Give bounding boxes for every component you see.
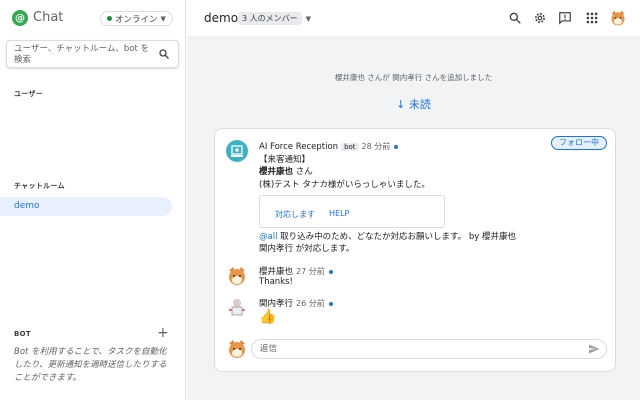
status-dropdown[interactable]: オンライン ▼	[100, 11, 173, 26]
user-avatar	[226, 265, 248, 287]
apps-grid-icon[interactable]	[585, 11, 599, 25]
bot-message-header: AI Force Reception bot 28 分前	[259, 141, 399, 152]
bot-avatar	[226, 140, 248, 162]
followup-line: @all 取り込み中のため、どなたか対応お願いします。 by 櫻井康也	[259, 232, 516, 242]
respond-button[interactable]: 対応します	[275, 209, 315, 220]
sender-name[interactable]: 関内孝行	[259, 299, 293, 309]
search-placeholder: ユーザー、チャットルーム、bot を検索	[14, 44, 150, 65]
users-section-label: ユーザー	[14, 90, 44, 98]
feedback-icon[interactable]	[558, 11, 572, 25]
rooms-section-label: チャットルーム	[14, 182, 65, 190]
message-line: (株)テスト タナカ様がいらっしゃいました。	[259, 180, 430, 190]
bot-description: Bot を利用することで、タスクを自動化したり、更新通知を適時送信したりすること…	[14, 347, 167, 383]
thread-card: フォロー中 AI Force Reception bot 28 分前 【来客通知】 …	[214, 128, 616, 372]
system-message: 櫻井康也 さんが 関内孝行 さんを追加しました	[334, 73, 493, 82]
chevron-down-icon: ▼	[305, 14, 312, 23]
search-icon	[159, 49, 169, 59]
unread-dot	[328, 301, 333, 306]
online-status-dot	[107, 16, 112, 21]
sender-name[interactable]: 櫻井康也	[259, 267, 293, 277]
members-dropdown[interactable]: 3 人のメンバー ▼	[238, 12, 311, 25]
mention-all[interactable]: @all	[259, 232, 277, 242]
unread-dot	[394, 144, 399, 149]
message-line: 櫻井康也 さん	[259, 167, 313, 177]
action-card: 対応します HELP	[259, 195, 445, 228]
bot-section-label: BOT	[14, 330, 31, 338]
unread-dot	[328, 269, 333, 274]
reply-text: Thanks!	[259, 277, 293, 287]
user-avatar	[226, 296, 248, 318]
sender-name[interactable]: AI Force Reception	[259, 142, 338, 152]
help-button[interactable]: HELP	[329, 209, 349, 218]
thumbs-up-emoji: 👍	[259, 309, 277, 325]
member-count: 3 人のメンバー	[238, 12, 302, 25]
bot-badge: bot	[341, 143, 359, 151]
search-icon[interactable]	[508, 11, 522, 25]
reply-header: 関内孝行 26 分前	[259, 297, 333, 309]
message-line: 【来客通知】	[259, 155, 311, 165]
unread-divider[interactable]: ↓ 未読	[187, 96, 640, 112]
message-time: 28 分前	[361, 142, 391, 151]
status-label: オンライン	[115, 14, 158, 25]
follow-button[interactable]: フォロー中	[551, 136, 607, 150]
settings-icon[interactable]	[533, 11, 547, 25]
chevron-down-icon: ▼	[160, 14, 166, 23]
main-area: 返信 櫻井康也 さんが 関内孝行 さんを追加しました ↓ 未読 フォロー中 AI…	[187, 0, 640, 400]
search-input[interactable]: ユーザー、チャットルーム、bot を検索	[6, 40, 179, 68]
user-avatar	[226, 338, 248, 360]
sidebar: @ Chat オンライン ▼ ユーザー、チャットルーム、bot を検索 ユーザー…	[0, 0, 186, 400]
followup-line: 関内孝行 が対応します。	[259, 244, 355, 254]
chat-logo-icon[interactable]: @	[12, 10, 28, 26]
send-icon[interactable]	[588, 343, 600, 355]
add-bot-icon[interactable]: +	[157, 326, 169, 340]
app-title: Chat	[33, 10, 64, 25]
room-item-demo[interactable]: demo	[0, 197, 172, 216]
account-avatar[interactable]	[609, 9, 627, 27]
reply-header: 櫻井康也 27 分前	[259, 265, 333, 277]
reply-input[interactable]: 返信	[251, 339, 607, 359]
room-title: demo	[204, 11, 239, 25]
room-header: demo 3 人のメンバー ▼	[187, 0, 640, 36]
